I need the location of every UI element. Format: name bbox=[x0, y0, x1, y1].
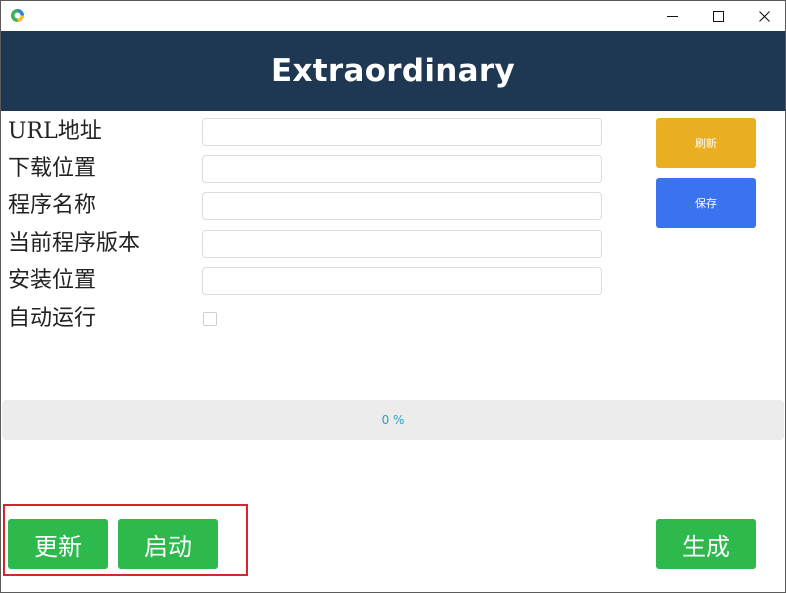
auto-run-label: 自动运行 bbox=[8, 306, 97, 331]
download-location-label: 下载位置 bbox=[8, 156, 97, 181]
page-title: Extraordinary bbox=[271, 53, 515, 89]
close-button[interactable] bbox=[741, 1, 785, 31]
generate-button[interactable]: 生成 bbox=[656, 519, 756, 569]
url-label: URL地址 bbox=[8, 119, 102, 144]
update-button[interactable]: 更新 bbox=[8, 519, 108, 569]
install-location-input[interactable] bbox=[202, 267, 602, 295]
title-bar[interactable] bbox=[1, 1, 785, 31]
current-version-label: 当前程序版本 bbox=[8, 231, 141, 256]
minimize-icon bbox=[666, 15, 678, 17]
url-input[interactable] bbox=[202, 118, 602, 146]
auto-run-checkbox[interactable] bbox=[203, 312, 217, 326]
progress-bar: 0 % bbox=[2, 400, 784, 440]
launch-button[interactable]: 启动 bbox=[118, 519, 218, 569]
current-version-input[interactable] bbox=[202, 230, 602, 258]
download-location-input[interactable] bbox=[202, 155, 602, 183]
program-name-label: 程序名称 bbox=[8, 193, 97, 218]
install-location-label: 安装位置 bbox=[8, 268, 97, 293]
maximize-icon bbox=[712, 10, 724, 22]
save-button[interactable]: 保存 bbox=[656, 178, 756, 228]
progress-text: 0 % bbox=[381, 413, 405, 427]
maximize-button[interactable] bbox=[695, 1, 741, 31]
app-window: Extraordinary URL地址 下载位置 程序名称 当前程序版本 安装位… bbox=[0, 0, 786, 593]
header-banner: Extraordinary bbox=[1, 31, 785, 111]
refresh-button[interactable]: 刷新 bbox=[656, 118, 756, 168]
program-name-input[interactable] bbox=[202, 192, 602, 220]
app-logo-icon bbox=[10, 8, 25, 23]
close-icon bbox=[758, 10, 770, 22]
minimize-button[interactable] bbox=[649, 1, 695, 31]
